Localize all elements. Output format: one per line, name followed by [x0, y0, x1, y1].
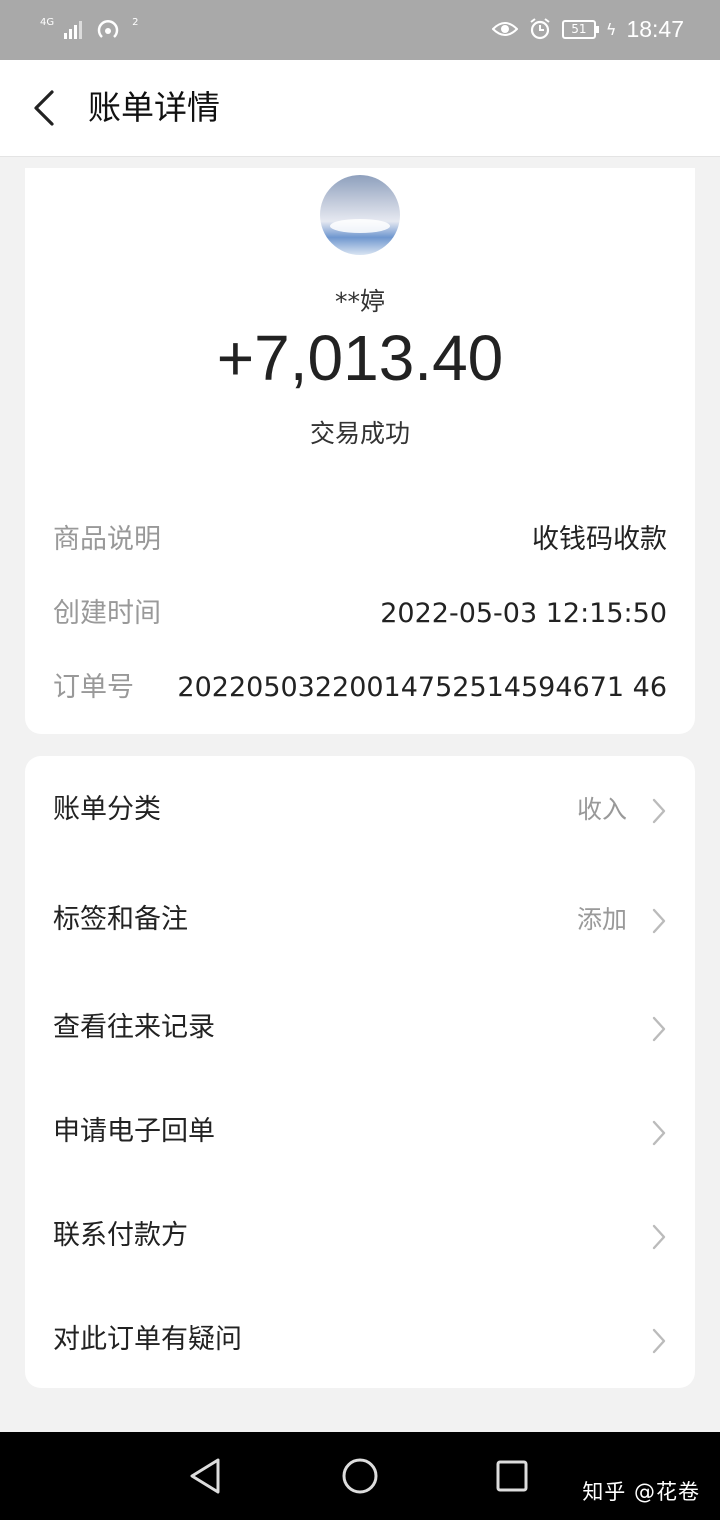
nav-bar: 账单详情 — [0, 60, 720, 157]
chevron-right-icon — [652, 1328, 666, 1354]
status-left: 4G 2 — [40, 14, 139, 44]
product-label: 商品说明 — [53, 524, 161, 555]
menu-item-value: 收入 — [576, 795, 627, 824]
eye-comfort-icon — [491, 22, 518, 36]
battery-icon: 51 — [561, 19, 599, 39]
chevron-right-icon — [652, 1120, 666, 1146]
system-recents-icon[interactable] — [492, 1456, 532, 1496]
back-button[interactable] — [22, 82, 72, 134]
order-number-row: 订单号 20220503220014752514594671 46 — [53, 668, 667, 708]
back-arrow-icon — [34, 90, 54, 126]
network-type: 4G — [40, 17, 55, 28]
menu-item-contact-payer[interactable]: 联系付款方 — [25, 1184, 695, 1288]
chevron-right-icon — [652, 1224, 666, 1250]
menu-item-order-question[interactable]: 对此订单有疑问 — [25, 1288, 695, 1392]
avatar — [320, 175, 400, 255]
actions-card: 账单分类 收入 标签和备注 添加 查看往来记录 申请电子回单 联系付款方 对此订… — [25, 756, 695, 1388]
menu-item-label: 联系付款方 — [53, 1220, 188, 1251]
system-back-icon[interactable] — [186, 1456, 226, 1496]
hotspot-icon — [97, 20, 119, 38]
status-bar: 4G 2 51 ϟ 18:47 — [0, 0, 720, 60]
alarm-icon — [530, 18, 550, 40]
menu-item-tags-notes[interactable]: 标签和备注 添加 — [25, 868, 695, 972]
chevron-right-icon — [652, 908, 666, 934]
created-time-row: 创建时间 2022-05-03 12:15:50 — [53, 594, 667, 634]
product-row: 商品说明 收钱码收款 — [53, 520, 667, 560]
avatar-cloud — [330, 219, 390, 233]
transaction-amount: +7,013.40 — [216, 322, 504, 394]
menu-item-label: 申请电子回单 — [53, 1116, 215, 1147]
created-time-value: 2022-05-03 12:15:50 — [380, 598, 667, 629]
menu-item-label: 对此订单有疑问 — [53, 1324, 242, 1355]
order-number-label: 订单号 — [53, 672, 134, 703]
system-home-icon[interactable] — [340, 1456, 380, 1496]
signal-icon — [64, 21, 83, 39]
clock: 18:47 — [626, 15, 684, 42]
charging-icon: ϟ — [605, 19, 617, 39]
menu-item-label: 查看往来记录 — [53, 1012, 215, 1043]
order-number-value[interactable]: 20220503220014752514594671 46 — [177, 668, 667, 708]
menu-item-label: 标签和备注 — [53, 904, 188, 935]
watermark: 知乎 @花卷 — [582, 1480, 700, 1504]
transaction-card: **婷 +7,013.40 交易成功 商品说明 收钱码收款 创建时间 2022-… — [25, 168, 695, 734]
chevron-right-icon — [652, 1016, 666, 1042]
chevron-right-icon — [652, 798, 666, 824]
menu-item-label: 账单分类 — [53, 794, 161, 825]
menu-item-bill-category[interactable]: 账单分类 收入 — [25, 758, 695, 862]
transaction-status: 交易成功 — [309, 419, 410, 448]
menu-item-e-receipt[interactable]: 申请电子回单 — [25, 1080, 695, 1184]
menu-item-value: 添加 — [576, 905, 627, 934]
status-right: 51 ϟ 18:47 — [491, 14, 684, 44]
page-title: 账单详情 — [88, 88, 220, 127]
created-time-label: 创建时间 — [53, 598, 161, 629]
menu-item-history[interactable]: 查看往来记录 — [25, 976, 695, 1080]
product-value: 收钱码收款 — [532, 524, 667, 555]
payer-name: **婷 — [334, 287, 385, 316]
hotspot-count: 2 — [132, 17, 139, 28]
